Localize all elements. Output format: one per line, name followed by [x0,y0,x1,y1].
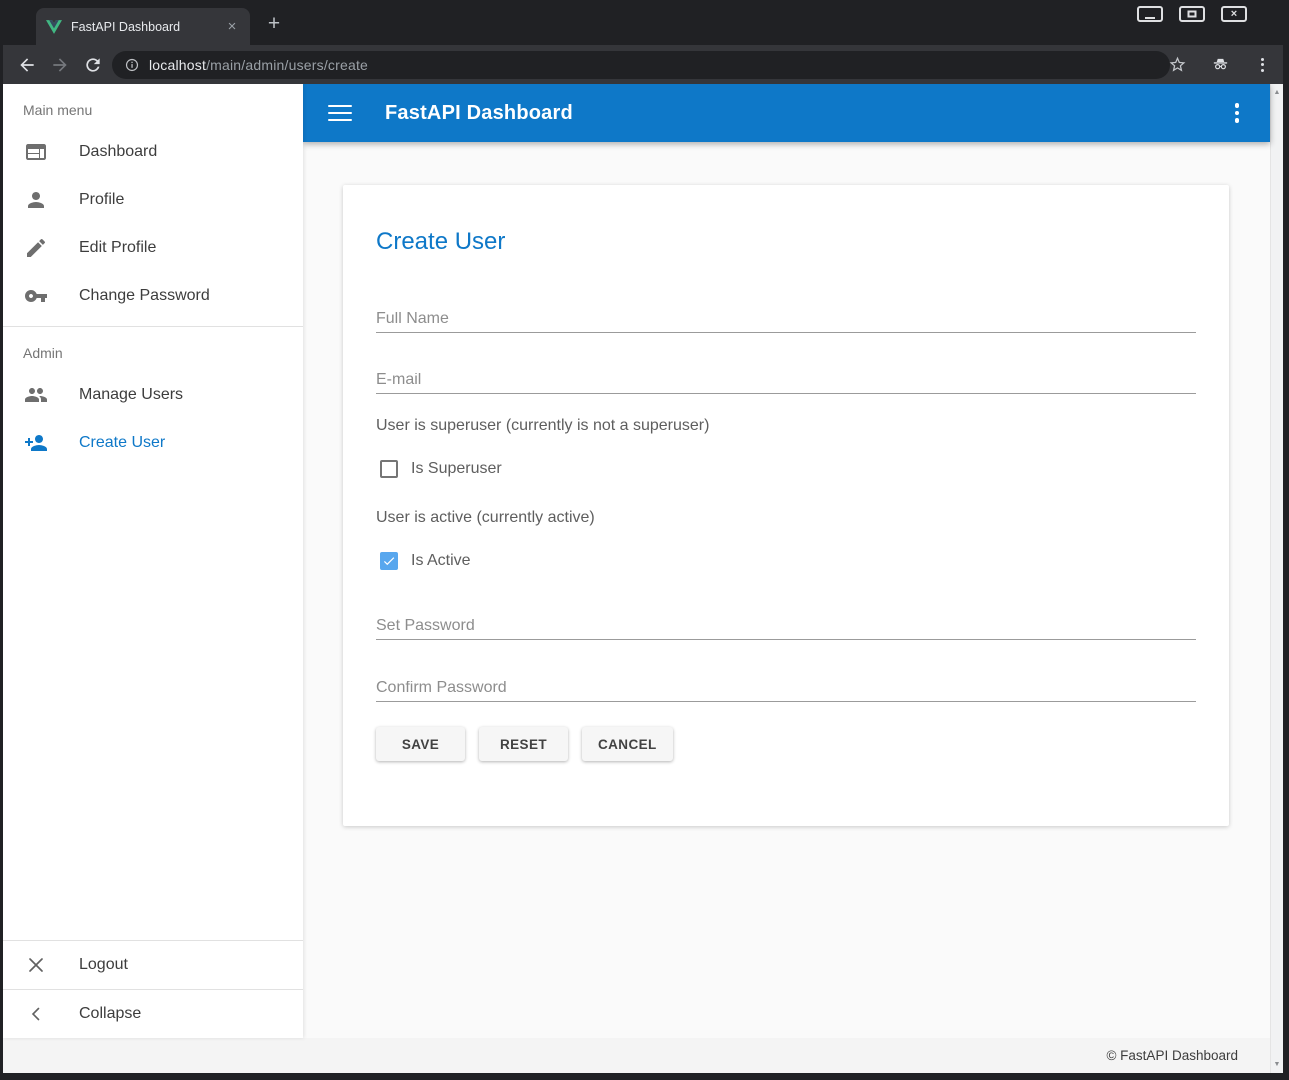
active-helper-text: User is active (currently active) [376,508,1196,527]
confirm-password-input[interactable] [376,681,1196,702]
minimize-icon [1145,17,1155,19]
sidebar-item-label: Create User [79,434,165,452]
maximize-button[interactable] [1179,6,1205,22]
is-active-checkbox[interactable]: Is Active [376,551,1196,571]
reset-button[interactable]: RESET [479,727,568,761]
sidebar-item-change-password[interactable]: Change Password [3,272,303,320]
incognito-icon [1210,56,1231,74]
save-button[interactable]: SAVE [376,727,465,761]
scrollbar-up-icon[interactable]: ▲ [1271,89,1283,96]
close-x-icon [24,953,48,977]
full-name-input[interactable] [376,312,1196,333]
close-icon: × [1223,7,1245,21]
sidebar-item-logout[interactable]: Logout [3,941,303,989]
web-icon [24,140,48,164]
url-host: localhost [149,57,206,73]
person-icon [24,188,48,212]
pencil-icon [24,236,48,260]
sidebar-item-create-user[interactable]: Create User [3,419,303,467]
app-title: FastAPI Dashboard [385,102,573,125]
checkbox-label: Is Active [411,552,471,570]
vue-logo-icon [46,19,62,35]
window-controls: × [1137,6,1247,22]
forward-icon[interactable] [50,55,70,75]
cancel-button[interactable]: CANCEL [582,727,673,761]
address-bar[interactable]: localhost/main/admin/users/create [112,51,1170,79]
url-path: /main/admin/users/create [206,57,368,73]
sidebar-item-label: Collapse [79,1005,141,1023]
sidebar-item-dashboard[interactable]: Dashboard [3,128,303,176]
footer: © FastAPI Dashboard [3,1038,1270,1073]
tab-close-icon[interactable]: × [224,19,240,35]
maximize-icon [1188,11,1197,18]
back-icon[interactable] [17,55,37,75]
chevron-left-icon [24,1002,48,1026]
toolbar-actions [1168,45,1271,84]
reload-icon[interactable] [83,55,103,75]
form-actions: SAVE RESET CANCEL [376,727,1196,761]
key-icon [24,284,48,308]
sidebar-item-collapse[interactable]: Collapse [3,990,303,1038]
url-text: localhost/main/admin/users/create [149,57,368,73]
sidebar-item-label: Dashboard [79,143,157,161]
tab-title: FastAPI Dashboard [71,20,224,34]
browser-tab[interactable]: FastAPI Dashboard × [36,8,250,45]
sidebar-bottom: Logout Collapse [3,940,303,1038]
person-add-icon [24,431,48,455]
app-menu-icon[interactable] [1232,100,1243,126]
superuser-helper-text: User is superuser (currently is not a su… [376,416,1196,435]
page-scrollbar[interactable]: ▲ ▼ [1270,84,1283,1073]
sidebar-item-label: Change Password [79,287,210,305]
bookmark-star-icon[interactable] [1168,55,1187,74]
sidebar-item-profile[interactable]: Profile [3,176,303,224]
sidebar: Main menu Dashboard Profile Edit Profile… [3,84,303,1038]
browser-menu-icon[interactable] [1254,56,1271,74]
main-menu-section-label: Main menu [3,84,303,128]
create-user-card: Create User User is superuser (currently… [343,185,1229,826]
sidebar-item-label: Profile [79,191,124,209]
close-window-button[interactable]: × [1221,6,1247,22]
sidebar-item-label: Logout [79,956,128,974]
group-icon [24,383,48,407]
tab-strip: FastAPI Dashboard × + × [0,0,1289,45]
browser-toolbar: localhost/main/admin/users/create [3,45,1283,84]
minimize-button[interactable] [1137,6,1163,22]
page: FastAPI Dashboard Main menu Dashboard Pr… [3,84,1283,1073]
sidebar-item-edit-profile[interactable]: Edit Profile [3,224,303,272]
app-bar: FastAPI Dashboard [303,84,1270,142]
is-superuser-checkbox[interactable]: Is Superuser [376,459,1196,479]
site-info-icon[interactable] [124,57,140,73]
sidebar-item-label: Manage Users [79,386,183,404]
checkbox-unchecked-icon[interactable] [380,460,398,478]
scrollbar-down-icon[interactable]: ▼ [1271,1061,1283,1068]
admin-section-label: Admin [3,327,303,371]
copyright-text: © FastAPI Dashboard [1106,1048,1238,1063]
sidebar-item-label: Edit Profile [79,239,156,257]
checkbox-label: Is Superuser [411,460,502,478]
new-tab-button[interactable]: + [262,13,286,37]
page-title: Create User [376,228,1196,256]
hamburger-menu-icon[interactable] [328,105,352,122]
set-password-input[interactable] [376,619,1196,640]
email-input[interactable] [376,373,1196,394]
sidebar-item-manage-users[interactable]: Manage Users [3,371,303,419]
checkbox-checked-icon[interactable] [380,552,398,570]
